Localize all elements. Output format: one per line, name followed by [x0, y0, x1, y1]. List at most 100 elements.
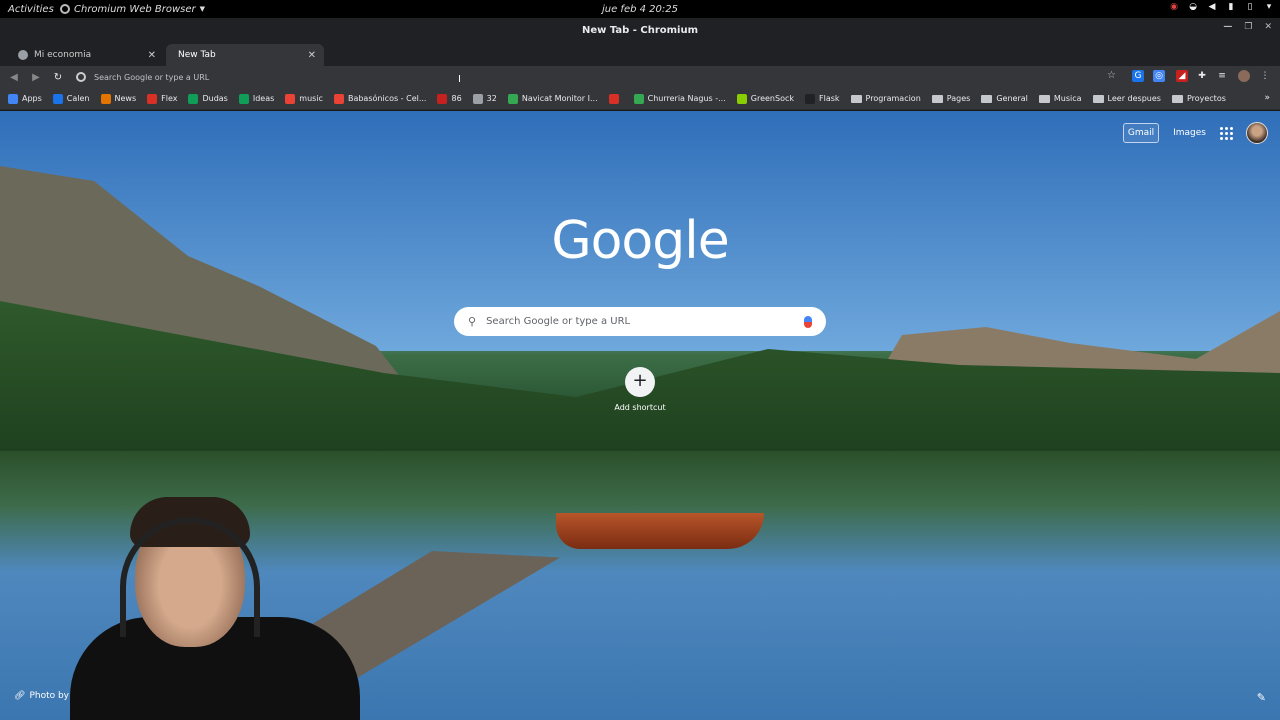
bookmark-label: Calen	[66, 94, 90, 103]
folder-icon	[1171, 94, 1183, 103]
favicon-icon	[437, 93, 448, 104]
tab-new-tab[interactable]: New Tab ✕	[166, 44, 324, 66]
bookmark-label: music	[299, 94, 323, 103]
webcam-overlay	[60, 497, 360, 720]
background-boat	[556, 513, 764, 549]
images-link[interactable]: Images	[1173, 128, 1206, 138]
battery-icon[interactable]: ▯	[1245, 2, 1255, 12]
activities-button[interactable]: Activities	[0, 4, 60, 15]
favicon-icon	[608, 93, 619, 104]
reading-list-icon[interactable]: ≡	[1216, 70, 1228, 82]
power-menu-icon[interactable]: ▾	[1264, 2, 1274, 12]
folder-icon	[931, 94, 943, 103]
bookmark-label: Proyectos	[1186, 94, 1226, 103]
app-menu-label: Chromium Web Browser	[74, 3, 196, 15]
favicon-icon	[238, 93, 249, 104]
folder-icon	[1038, 94, 1050, 103]
folder-icon	[1092, 94, 1104, 103]
plus-icon: +	[625, 367, 655, 397]
volume-icon[interactable]: ◀	[1207, 2, 1217, 12]
new-tab-page: Gmail Images Google ⚲ Search Google or t…	[0, 111, 1280, 720]
bookmark-item[interactable]: News	[100, 93, 137, 104]
bookmark-item[interactable]: GreenSock	[736, 93, 794, 104]
forward-button[interactable]: ▶	[25, 66, 47, 88]
bookmark-label: Flex	[161, 94, 178, 103]
google-icon	[76, 72, 86, 82]
app-menu[interactable]: Chromium Web Browser ▼	[60, 4, 205, 15]
favicon-icon	[100, 93, 111, 104]
bookmark-item[interactable]: Flask	[805, 93, 840, 104]
close-tab-icon[interactable]: ✕	[308, 50, 316, 61]
bookmark-label: Programacion	[865, 94, 921, 103]
bookmark-label: Babasónicos - Cel...	[347, 94, 427, 103]
bookmark-item[interactable]: Churreria Nagus -...	[633, 93, 726, 104]
bookmark-label: Flask	[819, 94, 840, 103]
wifi-icon[interactable]: ◒	[1188, 2, 1198, 12]
bookmark-label: Apps	[22, 94, 42, 103]
bookmark-folder[interactable]: Pages	[931, 94, 971, 103]
folder-icon	[850, 94, 862, 103]
bookmark-item[interactable]: music	[285, 93, 323, 104]
ntp-top-links: Gmail Images	[1122, 122, 1268, 144]
system-tray[interactable]: ◉ ◒ ◀ ▮ ▯ ▾	[1169, 2, 1274, 12]
search-icon: ⚲	[468, 315, 477, 328]
favicon-icon	[472, 93, 483, 104]
recording-icon[interactable]: ◉	[1169, 2, 1179, 12]
ntp-search-box[interactable]: ⚲ Search Google or type a URL	[454, 307, 826, 336]
bookmark-folder[interactable]: Proyectos	[1171, 94, 1226, 103]
favicon-icon	[736, 93, 747, 104]
translate-extension-icon[interactable]: G	[1132, 70, 1144, 82]
bookmark-label: 86	[451, 94, 462, 103]
globe-icon	[18, 50, 28, 60]
browser-toolbar: ◀ ▶ ↻ Search Google or type a URL ☆ G ◎ …	[0, 66, 1280, 88]
favicon-icon	[52, 93, 63, 104]
bookmarks-overflow-icon[interactable]: »	[1264, 93, 1270, 103]
close-window-icon[interactable]: ✕	[1264, 22, 1272, 32]
menu-kebab-icon[interactable]: ⋮	[1259, 70, 1271, 82]
bookmark-item[interactable]: 32	[472, 93, 497, 104]
bookmark-label: Pages	[946, 94, 971, 103]
link-icon: 🔗︎	[14, 691, 26, 701]
microphone-icon[interactable]: ▮	[1226, 2, 1236, 12]
bookmark-item[interactable]: Calen	[52, 93, 90, 104]
system-top-bar: Activities Chromium Web Browser ▼ jue fe…	[0, 0, 1280, 18]
microphone-icon[interactable]	[804, 315, 812, 328]
gmail-link[interactable]: Gmail	[1122, 123, 1160, 143]
bookmark-folder[interactable]: General	[981, 94, 1028, 103]
google-apps-icon[interactable]	[1220, 127, 1233, 140]
back-button[interactable]: ◀	[3, 66, 25, 88]
bookmark-item[interactable]: Apps	[8, 93, 42, 104]
bookmark-item[interactable]: Navicat Monitor I...	[507, 93, 598, 104]
bookmark-folder[interactable]: Programacion	[850, 94, 921, 103]
bookmark-label: News	[114, 94, 137, 103]
bookmark-item[interactable]: Dudas	[188, 93, 228, 104]
close-tab-icon[interactable]: ✕	[148, 50, 156, 61]
bookmark-folder[interactable]: Musica	[1038, 94, 1082, 103]
puzzle-extensions-icon[interactable]: ✚	[1196, 70, 1208, 82]
text-cursor-icon: I	[458, 74, 461, 85]
minimize-icon[interactable]: —	[1223, 22, 1232, 32]
favicon-icon	[188, 93, 199, 104]
bookmark-item[interactable]: Babasónicos - Cel...	[333, 93, 427, 104]
bookmark-label: Churreria Nagus -...	[647, 94, 726, 103]
bookmark-item[interactable]	[608, 93, 623, 104]
bookmark-folder[interactable]: Leer despues	[1092, 94, 1161, 103]
omnibox[interactable]: Search Google or type a URL	[76, 69, 1120, 85]
apps-grid-icon	[8, 93, 18, 104]
window-titlebar[interactable]: New Tab - Chromium — ❐ ✕	[0, 18, 1280, 42]
extension-icon[interactable]: ◢	[1176, 70, 1188, 82]
tab-mi-economia[interactable]: Mi economia ✕	[6, 44, 164, 66]
profile-avatar-icon[interactable]	[1238, 70, 1250, 82]
maximize-icon[interactable]: ❐	[1244, 22, 1252, 32]
bookmark-item[interactable]: Ideas	[238, 93, 274, 104]
extension-icon[interactable]: ◎	[1153, 70, 1165, 82]
reload-button[interactable]: ↻	[47, 66, 69, 88]
bookmark-item[interactable]: Flex	[147, 93, 178, 104]
customize-pencil-icon[interactable]: ✎	[1257, 691, 1266, 704]
bookmark-star-icon[interactable]: ☆	[1107, 70, 1116, 81]
add-shortcut-tile[interactable]: + Add shortcut	[610, 367, 670, 412]
account-avatar[interactable]	[1246, 122, 1268, 144]
bookmark-item[interactable]: 86	[437, 93, 462, 104]
omnibox-input[interactable]: Search Google or type a URL	[94, 73, 209, 82]
ntp-search-input[interactable]: Search Google or type a URL	[486, 316, 804, 327]
